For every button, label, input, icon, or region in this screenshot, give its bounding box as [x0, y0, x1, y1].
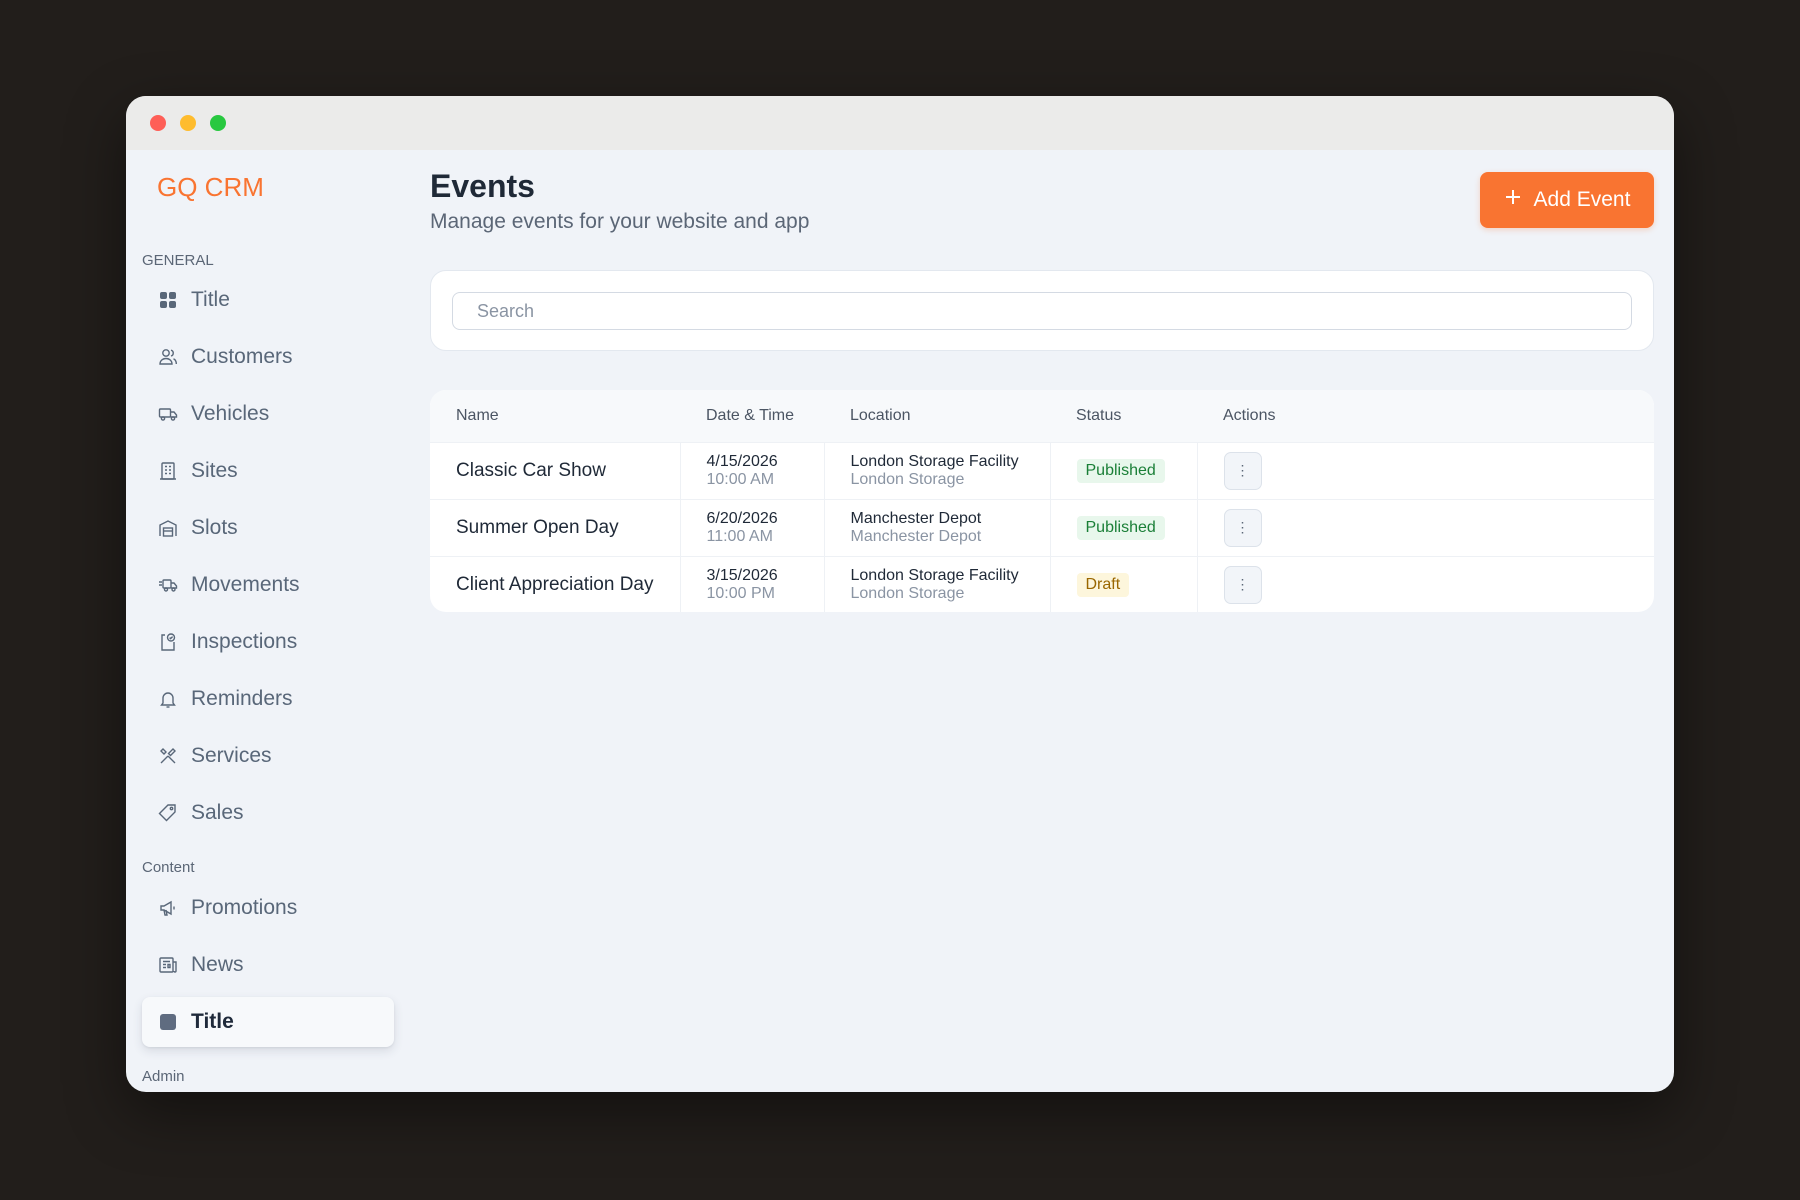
- sidebar-item-movements[interactable]: Movements: [142, 560, 394, 610]
- sidebar: GQ CRM GENERAL Title Customers Vehicles …: [126, 150, 406, 1092]
- table-row[interactable]: Client Appreciation Day 3/15/2026 10:00 …: [430, 556, 1654, 612]
- more-vertical-icon: ⋮: [1235, 576, 1250, 593]
- table-row[interactable]: Summer Open Day 6/20/2026 11:00 AM Manch…: [430, 499, 1654, 556]
- garage-icon: [158, 518, 178, 538]
- sidebar-item-title-active[interactable]: Title: [142, 997, 394, 1047]
- column-header-status[interactable]: Status: [1050, 390, 1197, 442]
- plus-icon: [1504, 188, 1522, 212]
- app-window: GQ CRM GENERAL Title Customers Vehicles …: [126, 96, 1674, 1092]
- event-name: Summer Open Day: [456, 516, 619, 538]
- sidebar-item-label: Services: [191, 744, 272, 767]
- close-window-button[interactable]: [150, 115, 166, 131]
- sidebar-item-label: Movements: [191, 573, 300, 596]
- search-card: [430, 270, 1654, 351]
- sidebar-item-sales[interactable]: Sales: [142, 788, 394, 838]
- event-date: 4/15/2026: [706, 452, 778, 470]
- more-vertical-icon: ⋮: [1235, 462, 1250, 478]
- sidebar-item-slots[interactable]: Slots: [142, 503, 394, 553]
- column-header-date-time[interactable]: Date & Time: [680, 390, 824, 442]
- sidebar-item-label: Reminders: [191, 687, 293, 710]
- truck-icon: [158, 404, 178, 424]
- sidebar-item-label: Title: [191, 1010, 234, 1033]
- sidebar-item-label: Vehicles: [191, 402, 270, 425]
- tag-icon: [158, 803, 178, 823]
- event-location: Manchester Depot: [850, 509, 982, 527]
- event-location-sub: London Storage: [850, 470, 965, 488]
- section-label-general: GENERAL: [142, 252, 214, 269]
- sidebar-item-sites[interactable]: Sites: [142, 446, 394, 496]
- table-header-row: Name Date & Time Location Status Actions: [430, 390, 1654, 442]
- bell-icon: [158, 689, 178, 709]
- section-label-admin: Admin: [142, 1068, 185, 1085]
- event-date: 3/15/2026: [706, 566, 778, 584]
- add-event-button[interactable]: Add Event: [1480, 172, 1654, 228]
- row-actions-button[interactable]: ⋮: [1223, 508, 1262, 547]
- page-title: Events: [430, 168, 535, 204]
- sidebar-item-promotions[interactable]: Promotions: [142, 883, 394, 933]
- event-time: 10:00 PM: [706, 584, 775, 602]
- building-icon: [158, 461, 178, 481]
- event-time: 10:00 AM: [706, 470, 775, 488]
- title-bar: [126, 96, 1674, 150]
- sidebar-item-title[interactable]: Title: [142, 275, 394, 325]
- clipboard-check-icon: [158, 632, 178, 652]
- moving-truck-icon: [158, 575, 178, 595]
- sidebar-item-label: Inspections: [191, 630, 298, 653]
- main-content: Events Manage events for your website an…: [430, 150, 1654, 1092]
- sidebar-item-news[interactable]: News: [142, 940, 394, 990]
- column-header-name[interactable]: Name: [430, 390, 680, 442]
- sidebar-item-customers[interactable]: Customers: [142, 332, 394, 382]
- grid-icon: [158, 290, 178, 310]
- event-location: London Storage Facility: [850, 452, 1019, 470]
- sidebar-item-vehicles[interactable]: Vehicles: [142, 389, 394, 439]
- sidebar-item-label: Title: [191, 288, 230, 311]
- status-badge: Published: [1076, 515, 1165, 540]
- sidebar-item-reminders[interactable]: Reminders: [142, 674, 394, 724]
- newspaper-icon: [158, 955, 178, 975]
- status-badge: Draft: [1076, 572, 1130, 597]
- table-row[interactable]: Classic Car Show 4/15/2026 10:00 AM Lond…: [430, 442, 1654, 499]
- sidebar-item-label: Sales: [191, 801, 244, 824]
- event-location-sub: London Storage: [850, 584, 965, 602]
- sidebar-item-label: News: [191, 953, 244, 976]
- section-label-content: Content: [142, 859, 195, 876]
- square-icon: [158, 1012, 178, 1032]
- megaphone-icon: [158, 898, 178, 918]
- event-name: Client Appreciation Day: [456, 573, 654, 595]
- event-date: 6/20/2026: [706, 509, 778, 527]
- event-location: London Storage Facility: [850, 566, 1019, 584]
- status-badge: Published: [1076, 458, 1165, 483]
- sidebar-item-label: Customers: [191, 345, 293, 368]
- events-table: Name Date & Time Location Status Actions…: [430, 390, 1654, 612]
- event-location-sub: Manchester Depot: [850, 527, 982, 545]
- tools-icon: [158, 746, 178, 766]
- maximize-window-button[interactable]: [210, 115, 226, 131]
- search-input[interactable]: [452, 292, 1632, 330]
- row-actions-button[interactable]: ⋮: [1223, 451, 1262, 490]
- column-header-actions: Actions: [1223, 406, 1276, 424]
- sidebar-item-label: Slots: [191, 516, 238, 539]
- minimize-window-button[interactable]: [180, 115, 196, 131]
- sidebar-item-label: Sites: [191, 459, 238, 482]
- sidebar-item-label: Promotions: [191, 896, 298, 919]
- sidebar-item-inspections[interactable]: Inspections: [142, 617, 394, 667]
- brand-logo[interactable]: GQ CRM: [157, 172, 264, 203]
- row-actions-button[interactable]: ⋮: [1223, 565, 1262, 604]
- sidebar-item-services[interactable]: Services: [142, 731, 394, 781]
- more-vertical-icon: ⋮: [1235, 519, 1250, 535]
- event-name: Classic Car Show: [456, 459, 606, 481]
- event-time: 11:00 AM: [706, 527, 773, 545]
- column-header-location[interactable]: Location: [824, 390, 1050, 442]
- users-icon: [158, 347, 178, 367]
- add-event-label: Add Event: [1533, 188, 1631, 211]
- page-subtitle: Manage events for your website and app: [430, 210, 810, 233]
